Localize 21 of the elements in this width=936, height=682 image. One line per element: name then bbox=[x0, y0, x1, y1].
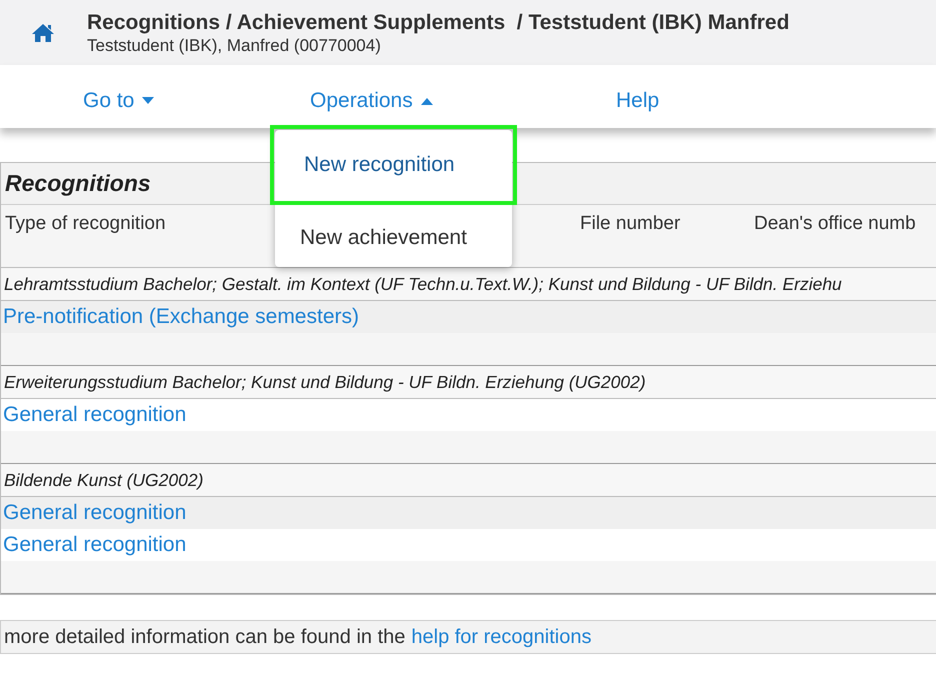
group-heading: Bildende Kunst (UG2002) bbox=[1, 464, 936, 497]
help-link[interactable]: help for recognitions bbox=[411, 622, 592, 652]
info-text: more detailed information can be found in the bbox=[4, 625, 406, 650]
recognition-link[interactable]: General recognition bbox=[3, 529, 186, 561]
page-title: Recognitions / Achievement Supplements / Teststudent (IBK) Manfred bbox=[87, 10, 790, 36]
column-header: File number bbox=[580, 212, 680, 236]
student-name: Teststudent (IBK), Manfred (00770004) bbox=[87, 36, 382, 56]
nav-menu-button[interactable]: Operations bbox=[310, 85, 433, 116]
column-header: Dean's office numb bbox=[754, 212, 916, 236]
caret-up-icon bbox=[420, 96, 433, 105]
caret-down-icon bbox=[142, 96, 154, 105]
recognition-link[interactable]: General recognition bbox=[3, 399, 186, 431]
nav-menu-button[interactable]: Go to bbox=[83, 85, 154, 116]
menu-item[interactable]: New achievement bbox=[275, 209, 512, 267]
group-heading: Lehramtsstudium Bachelor; Gestalt. im Kontext (UF Techn.u.Text.W.); Kunst und Bildung - UF Bildn. Erziehu bbox=[1, 268, 936, 301]
column-header: Type of recognition bbox=[5, 212, 166, 236]
group-heading: Erweiterungsstudium Bachelor; Kunst und Bildung - UF Bildn. Erziehung (UG2002) bbox=[1, 366, 936, 399]
menu-item[interactable]: New recognition bbox=[270, 125, 517, 205]
home-icon[interactable] bbox=[31, 22, 55, 42]
recognition-link[interactable]: General recognition bbox=[3, 497, 186, 529]
nav-menu-button[interactable]: Help bbox=[616, 85, 660, 116]
